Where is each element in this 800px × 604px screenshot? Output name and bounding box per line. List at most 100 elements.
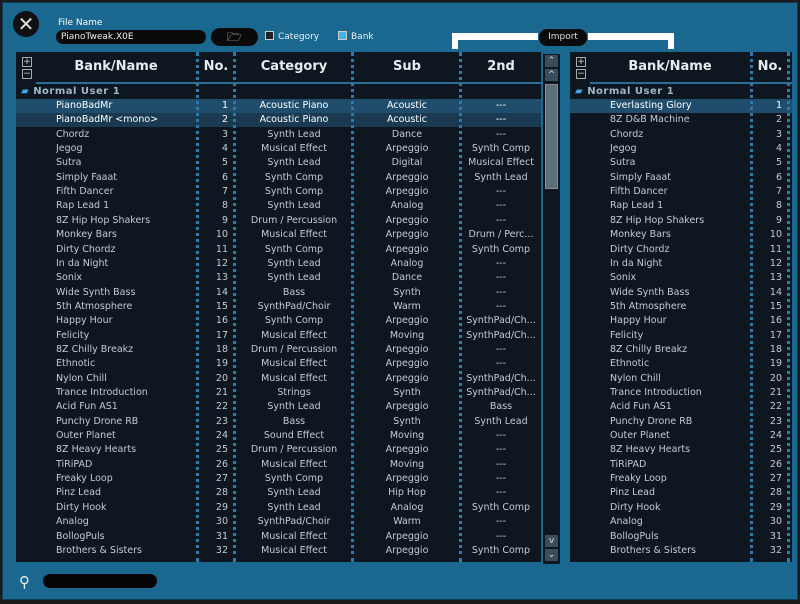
cell-name: Dirty Hook [610,501,661,513]
table-row[interactable]: Pinz Lead 28 [570,486,792,500]
cell-category: Synth Comp [264,473,324,485]
table-row[interactable]: BollogPuls 31 Musical Effect Arpeggio --- [16,530,541,544]
table-row[interactable]: Monkey Bars 10 Musical Effect Arpeggio Drum … [16,228,541,242]
scroll-up-button[interactable]: ^ [545,69,558,81]
table-row[interactable]: Felicity 17 Musical Effect Moving SynthPad/C… [16,329,541,343]
table-row[interactable]: PianoBadMr <mono> 2 Acoustic Piano Acoustic… [16,113,541,128]
minus-icon[interactable]: − [576,69,586,79]
table-row[interactable]: In da Night 12 [570,257,792,271]
table-row[interactable]: TiRiPAD 26 Musical Effect Moving --- [16,458,541,472]
table-row[interactable]: Rap Lead 1 8 Synth Lead Analog --- [16,199,541,213]
table-row[interactable]: 8Z Heavy Hearts 25 Drum / Percussion Arpegg… [16,443,541,457]
table-row[interactable]: Brothers & Sisters 32 [570,544,792,558]
cell-name: Ethnotic [56,358,96,370]
bank-checkbox[interactable]: Bank [338,31,374,42]
table-row[interactable]: Sutra 5 [570,156,792,170]
column-header-no[interactable]: No. [752,52,788,82]
vertical-scrollbar[interactable]: ⌃ ^ v ⌄ [543,54,560,564]
table-row[interactable]: Simply Faaat 6 Synth Comp Arpeggio Synth Lea… [16,171,541,185]
scrollbar-thumb[interactable] [545,84,558,189]
table-row[interactable]: 8Z Chilly Breakz 18 Drum / Percussion Arpeg… [16,343,541,357]
table-row[interactable]: Freaky Loop 27 [570,472,792,486]
table-row[interactable]: Jegog 4 Musical Effect Arpeggio Synth Comp [16,142,541,156]
cell-name: Analog [56,516,89,528]
table-row[interactable]: Sutra 5 Synth Lead Digital Musical Effect [16,156,541,170]
table-row[interactable]: Fifth Dancer 7 [570,185,792,199]
table-row[interactable]: Everlasting Glory 1 [570,99,792,113]
table-row[interactable]: Rap Lead 1 8 [570,199,792,213]
table-row[interactable]: Wide Synth Bass 14 [570,286,792,300]
bank-group[interactable]: ▰ Normal User 1 [21,85,120,99]
scroll-down-button[interactable]: v [545,535,558,547]
table-row[interactable]: Nylon Chill 20 [570,372,792,386]
table-row[interactable]: Punchy Drone RB 23 Bass Synth Synth Lead [16,415,541,429]
table-row[interactable]: Trance Introduction 21 [570,386,792,400]
table-row[interactable]: Nylon Chill 20 Musical Effect Arpeggio Synth… [16,372,541,386]
table-row[interactable]: Punchy Drone RB 23 [570,415,792,429]
cell-name: BollogPuls [56,530,105,542]
cell-sub: Moving [389,458,425,470]
table-row[interactable]: Happy Hour 16 Synth Comp Arpeggio SynthPad/C… [16,314,541,328]
table-row[interactable]: 5th Atmosphere 15 [570,300,792,314]
table-row[interactable]: Jegog 4 [570,142,792,156]
table-row[interactable]: Sonix 13 [570,271,792,285]
table-row[interactable]: 8Z Hip Hop Shakers 9 Drum / Percussion Arpe… [16,214,541,228]
cell-2nd: --- [495,473,507,485]
table-row[interactable]: Acid Fun AS1 22 Synth Lead Arpeggio Bass [16,400,541,414]
column-header-sub[interactable]: Sub [353,52,461,82]
table-row[interactable]: Ethnotic 19 [570,357,792,371]
table-row[interactable]: Analog 30 SynthPad/Choir Warm --- [16,515,541,529]
table-row[interactable]: Felicity 17 [570,329,792,343]
table-row[interactable]: Monkey Bars 10 [570,228,792,242]
table-row[interactable]: 8Z D&B Machine 2 [570,113,792,127]
table-row[interactable]: Sonix 13 Synth Lead Dance --- [16,271,541,285]
table-row[interactable]: Chordz 3 Synth Lead Dance --- [16,128,541,142]
browse-button[interactable]: 🗁 [211,28,258,46]
table-row[interactable]: Simply Faaat 6 [570,171,792,185]
table-row[interactable]: Outer Planet 24 Sound Effect Moving --- [16,429,541,443]
table-row[interactable]: TiRiPAD 26 [570,458,792,472]
plus-icon[interactable]: + [576,57,586,67]
table-row[interactable]: Brothers & Sisters 32 Musical Effect Arpegg… [16,544,541,558]
column-header-category[interactable]: Category [235,52,353,82]
column-header-no[interactable]: No. [198,52,234,82]
table-row[interactable]: Outer Planet 24 [570,429,792,443]
table-row[interactable]: Fifth Dancer 7 Synth Comp Arpeggio --- [16,185,541,199]
import-connector [668,33,674,49]
category-checkbox[interactable]: Category [265,31,319,42]
file-name-field[interactable]: PianoTweak.X0E [56,30,206,44]
table-row[interactable]: In da Night 12 Synth Lead Analog --- [16,257,541,271]
column-header-2nd[interactable]: 2nd [461,52,541,82]
scroll-top-button[interactable]: ⌃ [545,55,558,67]
cell-category: Synth Lead [267,200,321,212]
table-row[interactable]: Chordz 3 [570,128,792,142]
table-row[interactable]: 8Z Chilly Breakz 18 [570,343,792,357]
table-row[interactable]: 8Z Heavy Hearts 25 [570,443,792,457]
table-row[interactable]: Analog 30 [570,515,792,529]
table-row[interactable]: 5th Atmosphere 15 SynthPad/Choir Warm --- [16,300,541,314]
import-button[interactable]: Import [539,29,587,46]
table-row[interactable]: Dirty Hook 29 Synth Lead Analog Synth Comp [16,501,541,515]
table-row[interactable]: Dirty Chordz 11 [570,243,792,257]
table-row[interactable]: Wide Synth Bass 14 Bass Synth --- [16,286,541,300]
scroll-bottom-button[interactable]: ⌄ [545,549,558,561]
table-row[interactable]: Pinz Lead 28 Synth Lead Hip Hop --- [16,486,541,500]
plus-icon[interactable]: + [22,57,32,67]
search-input[interactable] [43,574,157,588]
table-row[interactable]: Dirty Hook 29 [570,501,792,515]
table-row[interactable]: Acid Fun AS1 22 [570,400,792,414]
table-row[interactable]: PianoBadMr 1 Acoustic Piano Acoustic --- [16,99,541,113]
table-row[interactable]: BollogPuls 31 [570,530,792,544]
bank-group[interactable]: ▰ Normal User 1 [575,85,674,99]
minus-icon[interactable]: − [22,69,32,79]
column-header-bank-name[interactable]: Bank/Name [590,52,750,82]
table-row[interactable]: Freaky Loop 27 Synth Comp Arpeggio --- [16,472,541,486]
table-row[interactable]: Ethnotic 19 Musical Effect Arpeggio --- [16,357,541,371]
close-button[interactable]: ✕ [13,11,39,37]
table-row[interactable]: Trance Introduction 21 Strings Synth SynthPa… [16,386,541,400]
table-row[interactable]: 8Z Hip Hop Shakers 9 [570,214,792,228]
table-row[interactable]: Happy Hour 16 [570,314,792,328]
column-header-bank-name[interactable]: Bank/Name [36,52,196,82]
search-icon[interactable]: ⚲ [19,573,37,591]
table-row[interactable]: Dirty Chordz 11 Synth Comp Arpeggio Synth Co… [16,243,541,257]
